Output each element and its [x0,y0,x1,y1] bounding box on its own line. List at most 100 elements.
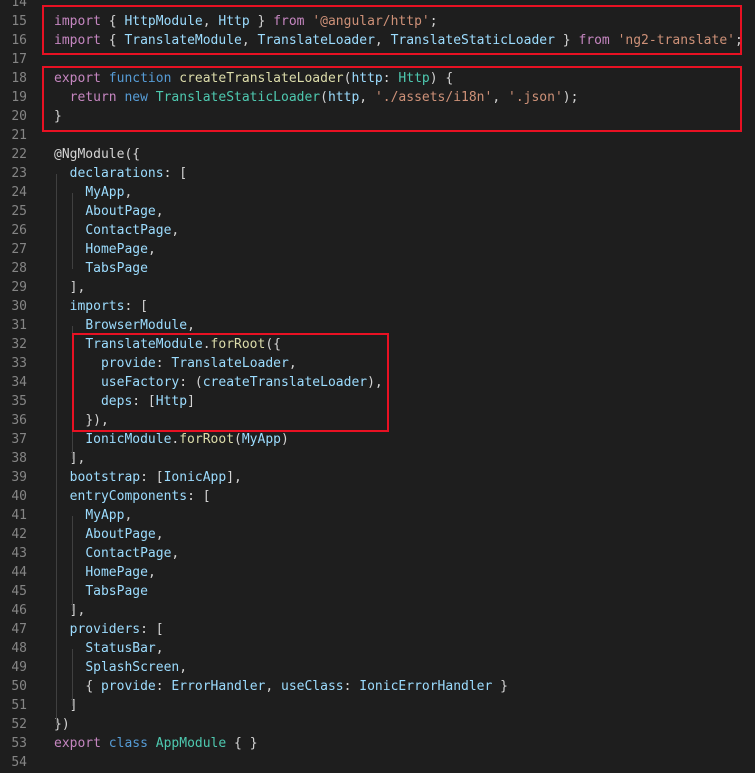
line-code: StatusBar, [54,639,163,658]
code-line[interactable]: 48 StatusBar, [0,639,755,658]
code-token: , [492,90,508,105]
code-line[interactable]: 18 export function createTranslateLoader(… [0,69,755,88]
code-token: http [351,71,383,86]
code-line[interactable]: 41 MyApp, [0,506,755,525]
code-token: : [343,679,360,694]
code-token: TranslateModule [85,337,203,352]
code-line[interactable]: 40 entryComponents: [ [0,487,755,506]
code-editor[interactable]: 14 15 import { HttpModule, Http } from '@a… [0,0,755,773]
code-line[interactable]: 45 TabsPage [0,582,755,601]
code-line[interactable]: 16 import { TranslateModule, TranslateLoa… [0,31,755,50]
code-token: MyApp [85,508,125,523]
line-number: 54 [11,755,27,770]
code-line[interactable]: 37 IonicModule.forRoot(MyApp) [0,430,755,449]
code-token: TranslateLoader [171,356,289,371]
code-token: 'ng2-translate' [617,33,735,48]
code-line[interactable]: 38 ], [0,449,755,468]
code-line[interactable]: 30 imports: [ [0,297,755,316]
code-line[interactable]: 23 declarations: [ [0,164,755,183]
line-code: IonicModule.forRoot(MyApp) [54,430,289,449]
code-token: : [155,356,172,371]
code-token: }), [85,413,109,428]
code-line[interactable]: 42 AboutPage, [0,525,755,544]
line-code: imports: [ [54,297,148,316]
code-token: TabsPage [85,584,148,599]
code-line[interactable]: 34 useFactory: (createTranslateLoader), [0,373,755,392]
code-line[interactable]: 54 [0,753,755,772]
code-line[interactable]: 31 BrowserModule, [0,316,755,335]
line-number: 39 [11,470,27,485]
line-number: 46 [11,603,27,618]
code-token: , [241,33,258,48]
line-number: 37 [11,432,27,447]
code-line[interactable]: 39 bootstrap: [IonicApp], [0,468,755,487]
code-line[interactable]: 20} [0,107,755,126]
code-line[interactable]: 19 return new TranslateStaticLoader(http… [0,88,755,107]
code-line[interactable]: 26 ContactPage, [0,221,755,240]
code-token: , [374,33,391,48]
code-token: HomePage [85,565,148,580]
code-line[interactable]: 27 HomePage, [0,240,755,259]
code-token: Http [155,394,188,409]
code-line[interactable]: 15 import { HttpModule, Http } from '@ang… [0,12,755,31]
code-line[interactable]: 51 ] [0,696,755,715]
line-code: TranslateModule.forRoot({ [54,335,281,354]
code-token: '@angular/http' [312,14,430,29]
line-number: 19 [11,90,27,105]
code-token: IonicErrorHandler [359,679,493,694]
line-code: export class AppModule { } [54,734,258,753]
line-number: 26 [11,223,27,238]
line-number: 36 [11,413,27,428]
code-line[interactable]: 29 ], [0,278,755,297]
line-number: 38 [11,451,27,466]
code-token: , [359,90,375,105]
code-line[interactable]: 46 ], [0,601,755,620]
code-token: : [ [124,299,148,314]
code-line[interactable]: 24 MyApp, [0,183,755,202]
code-token: . [202,337,211,352]
code-line[interactable]: 49 SplashScreen, [0,658,755,677]
code-line[interactable]: 22 @NgModule({ [0,145,755,164]
line-number: 16 [11,33,27,48]
code-line[interactable]: 33 provide: TranslateLoader, [0,354,755,373]
code-line[interactable]: 44 HomePage, [0,563,755,582]
code-line[interactable]: 50 { provide: ErrorHandler, useClass: Io… [0,677,755,696]
line-code: BrowserModule, [54,316,195,335]
code-line[interactable]: 36 }), [0,411,755,430]
code-line[interactable]: 17 [0,50,755,69]
code-line[interactable]: 25 AboutPage, [0,202,755,221]
code-line[interactable]: 52}) [0,715,755,734]
code-token: { [85,679,101,694]
line-code: MyApp, [54,506,132,525]
code-line[interactable]: 53 export class AppModule { } [0,734,755,753]
code-line[interactable]: 35 deps: [Http] [0,392,755,411]
code-line[interactable]: 32 TranslateModule.forRoot({ [0,335,755,354]
indent-guide [72,516,73,611]
code-line[interactable]: 47 providers: [ [0,620,755,639]
line-code: ], [54,449,86,468]
line-code: }), [54,411,109,430]
code-line[interactable]: 21 [0,126,755,145]
line-code: @NgModule({ [54,145,140,164]
code-token: IonicApp [163,470,227,485]
code-line[interactable]: 28 TabsPage [0,259,755,278]
line-number: 28 [11,261,27,276]
code-token: ; [734,33,743,48]
code-token: ; [429,14,438,29]
code-token: , [124,508,133,523]
code-token: ContactPage [85,223,172,238]
line-number: 35 [11,394,27,409]
indent-guide [72,326,73,459]
line-number: 42 [11,527,27,542]
code-token: HomePage [85,242,148,257]
code-token: StatusBar [85,641,156,656]
code-line[interactable]: 14 [0,0,755,12]
code-line[interactable]: 43 ContactPage, [0,544,755,563]
